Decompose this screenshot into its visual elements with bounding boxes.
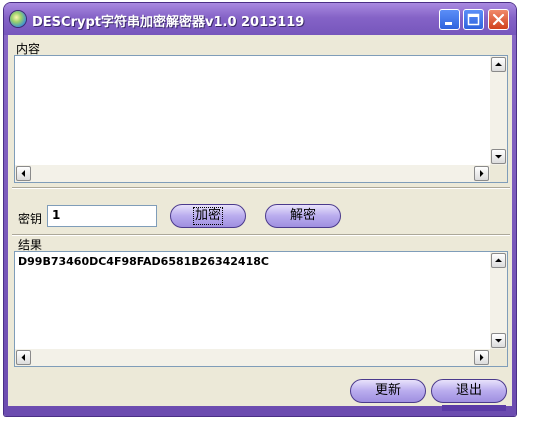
key-input[interactable]: 1 — [47, 205, 157, 227]
close-button[interactable] — [488, 9, 509, 30]
scroll-right-button[interactable] — [474, 350, 489, 365]
scroll-left-button[interactable] — [16, 350, 31, 365]
globe-icon — [10, 11, 26, 27]
maximize-icon — [467, 13, 480, 26]
arrow-down-icon — [495, 155, 502, 159]
update-button-label: 更新 — [374, 383, 401, 398]
minimize-button[interactable] — [439, 9, 460, 30]
scroll-down-button[interactable] — [491, 333, 506, 348]
scroll-up-button[interactable] — [491, 57, 506, 72]
exit-button-label: 退出 — [455, 383, 482, 398]
encrypt-button[interactable]: 加密 — [170, 204, 246, 228]
maximize-button[interactable] — [463, 9, 484, 30]
scrollbar-corner — [490, 165, 507, 182]
result-vertical-scrollbar[interactable] — [490, 252, 507, 349]
content-horizontal-scrollbar[interactable] — [15, 165, 490, 182]
key-label: 密钥 — [18, 212, 43, 226]
window-bottom-accent — [442, 405, 506, 411]
result-textarea[interactable]: D99B73460DC4F98FAD6581B26342418C — [14, 251, 508, 367]
decrypt-button-label: 解密 — [289, 208, 316, 223]
result-text: D99B73460DC4F98FAD6581B26342418C — [18, 255, 269, 268]
arrow-left-icon — [21, 354, 25, 361]
window-title: DESCrypt字符串加密解密器v1.0 2013119 — [32, 15, 305, 30]
divider — [12, 187, 510, 189]
close-icon — [492, 13, 505, 26]
encrypt-button-label: 加密 — [192, 207, 223, 225]
scroll-down-button[interactable] — [491, 149, 506, 164]
content-textarea[interactable] — [14, 55, 508, 183]
arrow-right-icon — [480, 354, 484, 361]
decrypt-button[interactable]: 解密 — [265, 204, 341, 228]
update-button[interactable]: 更新 — [350, 379, 426, 403]
scroll-up-button[interactable] — [491, 253, 506, 268]
exit-button[interactable]: 退出 — [431, 379, 507, 403]
result-horizontal-scrollbar[interactable] — [15, 349, 490, 366]
scrollbar-corner — [490, 349, 507, 366]
scroll-right-button[interactable] — [474, 166, 489, 181]
arrow-right-icon — [480, 170, 484, 177]
app-window: DESCrypt字符串加密解密器v1.0 2013119 内容 密钥 1 加密 … — [4, 3, 516, 416]
minimize-icon — [445, 22, 452, 25]
arrow-left-icon — [21, 170, 25, 177]
arrow-up-icon — [495, 258, 502, 262]
title-bar[interactable]: DESCrypt字符串加密解密器v1.0 2013119 — [4, 3, 516, 35]
arrow-down-icon — [495, 339, 502, 343]
arrow-up-icon — [495, 62, 502, 66]
content-vertical-scrollbar[interactable] — [490, 56, 507, 165]
divider — [12, 234, 510, 236]
scroll-left-button[interactable] — [16, 166, 31, 181]
client-area: 内容 密钥 1 加密 解密 结果 D99B73460DC4F98FAD6581B… — [8, 35, 512, 406]
